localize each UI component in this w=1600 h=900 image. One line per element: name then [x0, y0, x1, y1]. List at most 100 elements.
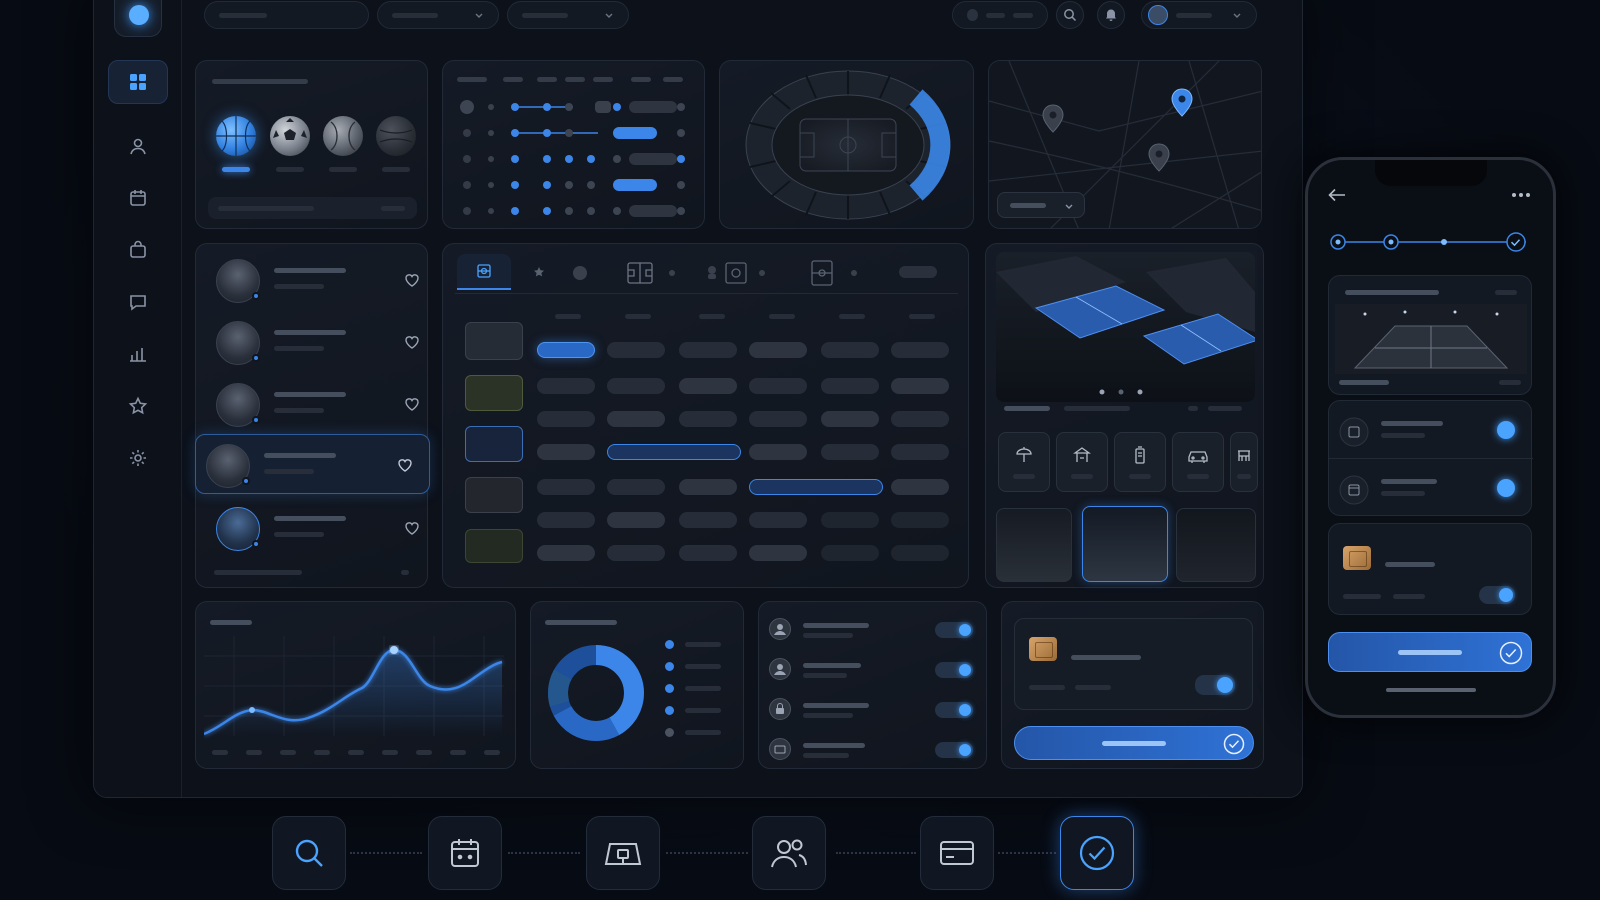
time-slot[interactable]: [607, 411, 665, 427]
sport-search-field[interactable]: [208, 197, 417, 219]
venue-photo[interactable]: [996, 252, 1255, 402]
option-row[interactable]: [1329, 401, 1533, 459]
step-players[interactable]: [752, 816, 826, 890]
more-icon[interactable]: [1511, 192, 1531, 198]
user-icon[interactable]: [573, 266, 587, 280]
time-slot[interactable]: [891, 512, 949, 528]
notifications-button[interactable]: [1097, 1, 1125, 29]
time-slot[interactable]: [749, 411, 807, 427]
time-slot[interactable]: [679, 545, 737, 561]
soccer-option[interactable]: [270, 116, 310, 156]
time-slot[interactable]: [891, 545, 949, 561]
tennis-option[interactable]: [323, 116, 363, 156]
court-thumbnail-selected[interactable]: [465, 426, 523, 462]
list-item[interactable]: [206, 498, 436, 558]
toggle-switch[interactable]: [935, 622, 973, 638]
amenity-umbrella[interactable]: [998, 432, 1050, 492]
time-slot[interactable]: [537, 545, 595, 561]
user-menu[interactable]: [1141, 1, 1257, 29]
amenity-parking[interactable]: [1172, 432, 1224, 492]
time-slot[interactable]: [607, 378, 665, 394]
court-thumbnail[interactable]: [465, 322, 523, 360]
phone-payment-card[interactable]: [1328, 523, 1532, 615]
sidebar-item-dashboard[interactable]: [108, 60, 168, 104]
field-icon[interactable]: [811, 260, 833, 286]
sidebar-item-messages[interactable]: [108, 280, 168, 324]
time-slot[interactable]: [891, 411, 949, 427]
court-icon[interactable]: [627, 262, 653, 284]
filter-dropdown[interactable]: [377, 1, 499, 29]
time-slot[interactable]: [679, 342, 737, 358]
option-row[interactable]: [1329, 459, 1533, 517]
time-slot[interactable]: [679, 411, 737, 427]
heart-icon[interactable]: [404, 396, 420, 412]
time-slot[interactable]: [607, 342, 665, 358]
time-slot[interactable]: [821, 342, 879, 358]
step-court[interactable]: [586, 816, 660, 890]
step-search[interactable]: [272, 816, 346, 890]
time-slot[interactable]: [891, 444, 949, 460]
toggle-switch[interactable]: [1479, 586, 1515, 604]
time-slot[interactable]: [607, 545, 665, 561]
map-filter-dropdown[interactable]: [997, 192, 1085, 218]
tab-more[interactable]: [899, 266, 937, 278]
step-payment[interactable]: [920, 816, 994, 890]
sort-dropdown[interactable]: [507, 1, 629, 29]
sidebar-item-favorites[interactable]: [108, 384, 168, 428]
step-schedule[interactable]: [428, 816, 502, 890]
time-slot[interactable]: [749, 378, 807, 394]
time-slot[interactable]: [537, 444, 595, 460]
time-slot-selected[interactable]: [537, 342, 595, 358]
time-slot[interactable]: [749, 342, 807, 358]
radio-selected[interactable]: [1497, 479, 1515, 497]
goal-icon[interactable]: [725, 262, 747, 284]
court-thumbnail[interactable]: [465, 529, 523, 563]
stadium-map[interactable]: [720, 61, 975, 230]
time-slot[interactable]: [821, 378, 879, 394]
time-slot[interactable]: [891, 342, 949, 358]
heart-icon[interactable]: [404, 520, 420, 536]
toggle-switch[interactable]: [935, 742, 973, 758]
time-slot[interactable]: [891, 378, 949, 394]
time-slot[interactable]: [821, 444, 879, 460]
amenity-bench[interactable]: [1230, 432, 1258, 492]
radio-selected[interactable]: [1497, 421, 1515, 439]
venue-thumbnail[interactable]: [1176, 508, 1256, 582]
sidebar-item-stats[interactable]: [108, 332, 168, 376]
search-button[interactable]: [1056, 1, 1084, 29]
venue-thumbnail-selected[interactable]: [1082, 506, 1168, 582]
amenity-locker[interactable]: [1114, 432, 1166, 492]
list-item[interactable]: [206, 374, 436, 434]
time-slot[interactable]: [679, 479, 737, 495]
payment-method[interactable]: [1014, 618, 1253, 710]
sidebar-item-settings[interactable]: [108, 436, 168, 480]
time-slot[interactable]: [821, 411, 879, 427]
time-slot[interactable]: [537, 479, 595, 495]
selected-court-card[interactable]: [1328, 275, 1532, 395]
basketball-option[interactable]: [216, 116, 256, 156]
confirm-booking-button[interactable]: [1328, 632, 1532, 672]
list-item-selected[interactable]: [195, 434, 430, 494]
toggle-switch[interactable]: [1195, 675, 1235, 695]
sidebar-item-profile[interactable]: [108, 124, 168, 168]
ball-option[interactable]: [376, 116, 416, 156]
time-slot[interactable]: [679, 512, 737, 528]
time-slot-highlighted[interactable]: [607, 444, 741, 460]
sport-icon[interactable]: [705, 264, 719, 280]
venue-thumbnail[interactable]: [996, 508, 1072, 582]
time-slot[interactable]: [821, 512, 879, 528]
time-slot-highlighted[interactable]: [749, 479, 883, 495]
confirm-payment-button[interactable]: [1014, 726, 1254, 760]
time-slot[interactable]: [607, 512, 665, 528]
heart-icon[interactable]: [404, 334, 420, 350]
star-icon[interactable]: [533, 266, 545, 278]
heart-icon[interactable]: [397, 457, 413, 473]
amenity-pavilion[interactable]: [1056, 432, 1108, 492]
list-item[interactable]: [206, 312, 436, 372]
heart-icon[interactable]: [404, 272, 420, 288]
step-confirm[interactable]: [1060, 816, 1134, 890]
toggle-switch[interactable]: [935, 662, 973, 678]
time-slot[interactable]: [891, 479, 949, 495]
court-thumbnail[interactable]: [465, 477, 523, 513]
list-item[interactable]: [206, 250, 436, 310]
